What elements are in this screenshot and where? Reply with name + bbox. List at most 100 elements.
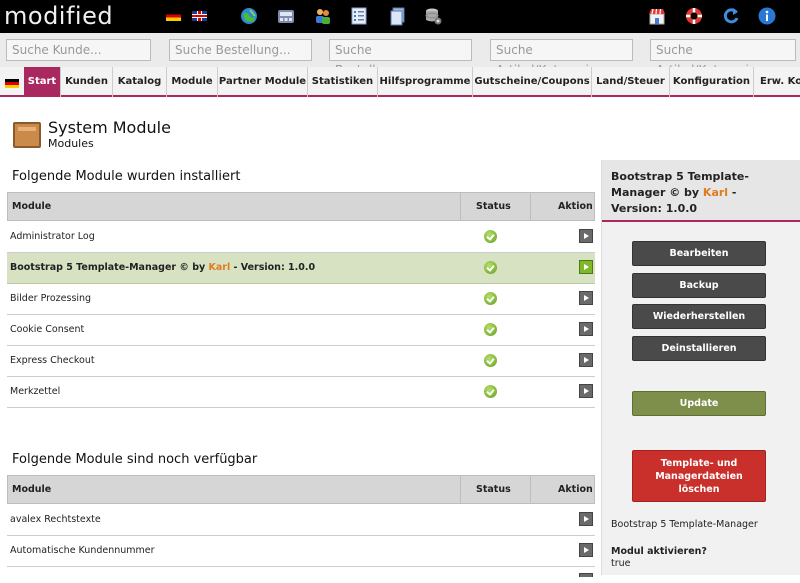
installed-modules-heading: Folgende Module wurden installiert — [12, 169, 241, 184]
module-name: Cookie Consent — [10, 324, 85, 335]
select-arrow-icon[interactable] — [579, 573, 593, 583]
nav-konfiguration[interactable]: Konfiguration — [670, 67, 754, 97]
search-bar: Suche Kunde... Suche Bestellung... Suche… — [0, 33, 800, 77]
column-divider — [460, 193, 461, 220]
select-arrow-icon[interactable] — [579, 512, 593, 526]
column-divider — [530, 193, 531, 220]
module-name-prefix: Bootstrap 5 Template-Manager © by — [10, 262, 209, 273]
globe-icon[interactable] — [239, 6, 259, 26]
module-name: Administrator Log — [10, 231, 95, 242]
status-active-icon — [484, 323, 497, 336]
module-name: Bootstrap 5 Template-Manager © by Karl -… — [10, 253, 315, 283]
customer-search-input[interactable]: Suche Kunde... — [6, 39, 151, 61]
select-arrow-icon[interactable] — [579, 291, 593, 305]
table-header: Module Status Aktion — [7, 475, 595, 504]
column-divider — [460, 476, 461, 503]
nav-partner-module[interactable]: Partner Module — [218, 67, 308, 97]
select-arrow-icon[interactable] — [579, 543, 593, 557]
panel-title: Bootstrap 5 Template-Manager © by Karl -… — [611, 169, 791, 217]
column-module[interactable]: Module — [12, 193, 51, 220]
select-arrow-icon[interactable] — [579, 229, 593, 243]
status-active-icon — [484, 230, 497, 243]
module-author: Karl — [208, 262, 231, 273]
info-icon[interactable] — [757, 6, 777, 26]
module-name: Automatische Kundennummer — [10, 545, 155, 556]
table-row[interactable]: Automatische Kundennummer — [7, 536, 595, 567]
select-arrow-icon[interactable] — [579, 322, 593, 336]
panel-header: Bootstrap 5 Template-Manager © by Karl -… — [602, 160, 800, 222]
table-row[interactable]: Administrator Log — [7, 222, 595, 253]
table-row[interactable]: avalex Rechtstexte — [7, 505, 595, 536]
column-status[interactable]: Status — [476, 193, 511, 220]
select-arrow-icon[interactable] — [579, 260, 593, 274]
table-row[interactable]: Cookie Consent — [7, 315, 595, 346]
module-name: Bilder Prozessing — [10, 293, 92, 304]
table-row[interactable]: Merkzettel — [7, 377, 595, 408]
documents-icon[interactable] — [388, 6, 408, 26]
module-name: Merkzettel — [10, 386, 61, 397]
nav-katalog[interactable]: Katalog — [113, 67, 167, 97]
lifebuoy-icon[interactable] — [684, 6, 704, 26]
nav-erweiterte-konfiguration[interactable]: Erw. Ko — [754, 67, 800, 97]
module-box-icon — [13, 122, 41, 148]
language-flag-icon[interactable] — [5, 79, 19, 88]
column-action[interactable]: Aktion — [558, 193, 593, 220]
table-row[interactable] — [7, 567, 595, 583]
app-logo[interactable]: modified — [4, 1, 113, 31]
update-button[interactable]: Update — [632, 391, 766, 416]
order-number-search-input[interactable]: Suche Bestellnummer... — [329, 39, 472, 77]
nav-statistiken[interactable]: Statistiken — [308, 67, 378, 97]
restore-button[interactable]: Wiederherstellen — [632, 304, 766, 329]
table-row[interactable]: Express Checkout — [7, 346, 595, 377]
module-name: avalex Rechtstexte — [10, 514, 101, 525]
column-status[interactable]: Status — [476, 476, 511, 503]
select-arrow-icon[interactable] — [579, 353, 593, 367]
delete-button-line-1: Template- und — [660, 458, 738, 469]
module-version: - Version: 1.0.0 — [230, 262, 316, 273]
status-active-icon — [484, 354, 497, 367]
nav-start[interactable]: Start — [24, 67, 61, 97]
edit-button[interactable]: Bearbeiten — [632, 241, 766, 266]
delete-files-button[interactable]: Template- und Managerdateien löschen — [632, 450, 766, 502]
column-module[interactable]: Module — [12, 476, 51, 503]
nav-land-steuer[interactable]: Land/Steuer — [592, 67, 670, 97]
customers-icon[interactable] — [313, 6, 333, 26]
module-name-label: Bootstrap 5 Template-Manager — [611, 519, 758, 530]
nav-kunden[interactable]: Kunden — [61, 67, 113, 97]
article-category-search-input-2[interactable]: Suche Artikel/Kategorie... — [650, 39, 796, 77]
main-nav: Start Kunden Katalog Module Partner Modu… — [0, 67, 800, 97]
shop-icon[interactable] — [647, 6, 667, 26]
database-icon[interactable] — [423, 6, 443, 26]
module-details-panel: Bootstrap 5 Template-Manager © by Karl -… — [601, 160, 800, 575]
page-subtitle: Modules — [48, 137, 94, 150]
refresh-icon[interactable] — [721, 6, 741, 26]
table-row-selected[interactable]: Bootstrap 5 Template-Manager © by Karl -… — [7, 253, 595, 284]
cash-register-icon[interactable] — [276, 6, 296, 26]
german-flag-icon[interactable] — [166, 11, 181, 21]
nav-hilfsprogramme[interactable]: Hilfsprogramme — [378, 67, 473, 97]
status-active-icon — [484, 261, 497, 274]
backup-button[interactable]: Backup — [632, 273, 766, 298]
page-title: System Module — [48, 118, 171, 137]
english-flag-icon[interactable] — [192, 11, 207, 21]
table-header: Module Status Aktion — [7, 192, 595, 221]
table-row[interactable]: Bilder Prozessing — [7, 284, 595, 315]
status-active-icon — [484, 292, 497, 305]
select-arrow-icon[interactable] — [579, 384, 593, 398]
available-modules-heading: Folgende Module sind noch verfügbar — [12, 452, 258, 467]
activate-label: Modul aktivieren? — [611, 546, 707, 557]
module-name: Express Checkout — [10, 355, 95, 366]
order-search-input[interactable]: Suche Bestellung... — [169, 39, 312, 61]
activate-value: true — [611, 558, 631, 569]
top-bar: modified — [0, 0, 800, 33]
article-category-search-input[interactable]: Suche Artikel/Kategorie... — [490, 39, 633, 77]
column-divider — [530, 476, 531, 503]
checklist-icon[interactable] — [349, 6, 369, 26]
nav-gutscheine-coupons[interactable]: Gutscheine/Coupons — [473, 67, 592, 97]
uninstall-button[interactable]: Deinstallieren — [632, 336, 766, 361]
column-action[interactable]: Aktion — [558, 476, 593, 503]
nav-module[interactable]: Module — [167, 67, 218, 97]
status-active-icon — [484, 385, 497, 398]
panel-author: Karl — [702, 186, 729, 199]
delete-button-line-3: löschen — [678, 484, 720, 495]
